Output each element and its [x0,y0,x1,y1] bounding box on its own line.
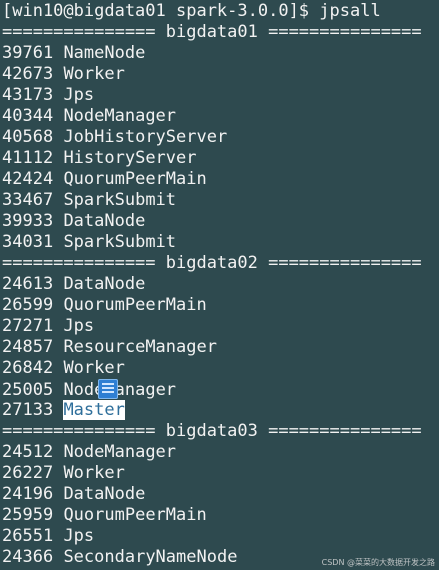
host-section-header: =============== bigdata03 ==============… [2,421,422,441]
process-row: 25959 QuorumPeerMain [2,505,439,526]
host-section-header: =============== bigdata01 ==============… [2,22,422,42]
process-pid: 27133 [2,400,54,420]
process-row: 26551 Jps [2,526,439,547]
command-prompt-line: [win10@bigdata01 spark-3.0.0]$ jpsall [2,1,381,21]
process-name: SparkSubmit [63,190,177,210]
jps-output: =============== bigdata01 ==============… [2,22,439,568]
process-pid: 24857 [2,337,54,357]
process-pid: 25005 [2,380,54,400]
process-row: 42673 Worker [2,64,439,85]
process-row: 41112 HistoryServer [2,148,439,169]
process-pid: 24196 [2,484,54,504]
process-name: DataNode [63,274,146,294]
terminal-window[interactable]: [win10@bigdata01 spark-3.0.0]$ jpsall ==… [0,0,439,570]
process-row: 26599 QuorumPeerMain [2,295,439,316]
process-row: 27133 Master [2,400,439,421]
process-name: NodeManager [63,442,177,462]
process-name: JobHistoryServer [63,127,228,147]
process-name: Jps [63,316,95,336]
process-name: Worker [63,358,125,378]
process-row: 39933 DataNode [2,211,439,232]
process-name: NameNode [63,43,146,63]
process-pid: 39933 [2,211,54,231]
process-pid: 24366 [2,547,54,567]
process-pid: 41112 [2,148,54,168]
process-pid: 42673 [2,64,54,84]
process-row: 42424 QuorumPeerMain [2,169,439,190]
host-section-header: =============== bigdata02 ==============… [2,253,422,273]
process-name: Jps [63,85,95,105]
process-pid: 24613 [2,274,54,294]
watermark: CSDN @菜菜的大数据开发之路 [321,558,435,567]
process-pid: 40344 [2,106,54,126]
process-name: SparkSubmit [63,232,177,252]
process-pid: 40568 [2,127,54,147]
process-name: ResourceManager [63,337,217,357]
process-name: Worker [63,463,125,483]
process-name-selected[interactable]: Master [63,400,125,420]
process-row: 43173 Jps [2,85,439,106]
process-row: 26227 Worker [2,463,439,484]
process-name: QuorumPeerMain [63,295,207,315]
process-pid: 39761 [2,43,54,63]
process-pid: 26842 [2,358,54,378]
process-pid: 26599 [2,295,54,315]
process-pid: 43173 [2,85,54,105]
process-row: 33467 SparkSubmit [2,190,439,211]
process-row: 26842 Worker [2,358,439,379]
process-pid: 34031 [2,232,54,252]
clipboard-chip-icon[interactable] [98,379,119,399]
process-pid: 42424 [2,169,54,189]
process-row: 25005 Node Manager [2,379,439,400]
process-row: 40344 NodeManager [2,106,439,127]
process-row: 24512 NodeManager [2,442,439,463]
process-pid: 27271 [2,316,54,336]
process-pid: 24512 [2,442,54,462]
process-row: 39761 NameNode [2,43,439,64]
process-pid: 33467 [2,190,54,210]
process-name: QuorumPeerMain [63,169,207,189]
process-name: QuorumPeerMain [63,505,207,525]
process-name: Jps [63,526,95,546]
process-name: SecondaryNameNode [63,547,238,567]
process-name: NodeManager [63,106,177,126]
process-name: DataNode [63,484,146,504]
process-name: NodeManager [63,379,177,400]
process-name: DataNode [63,211,146,231]
process-row: 27271 Jps [2,316,439,337]
process-name: HistoryServer [63,148,197,168]
process-row: 24613 DataNode [2,274,439,295]
process-row: 24196 DataNode [2,484,439,505]
process-pid: 26551 [2,526,54,546]
process-pid: 26227 [2,463,54,483]
process-row: 34031 SparkSubmit [2,232,439,253]
process-name: Worker [63,64,125,84]
process-row: 24857 ResourceManager [2,337,439,358]
process-row: 40568 JobHistoryServer [2,127,439,148]
process-pid: 25959 [2,505,54,525]
